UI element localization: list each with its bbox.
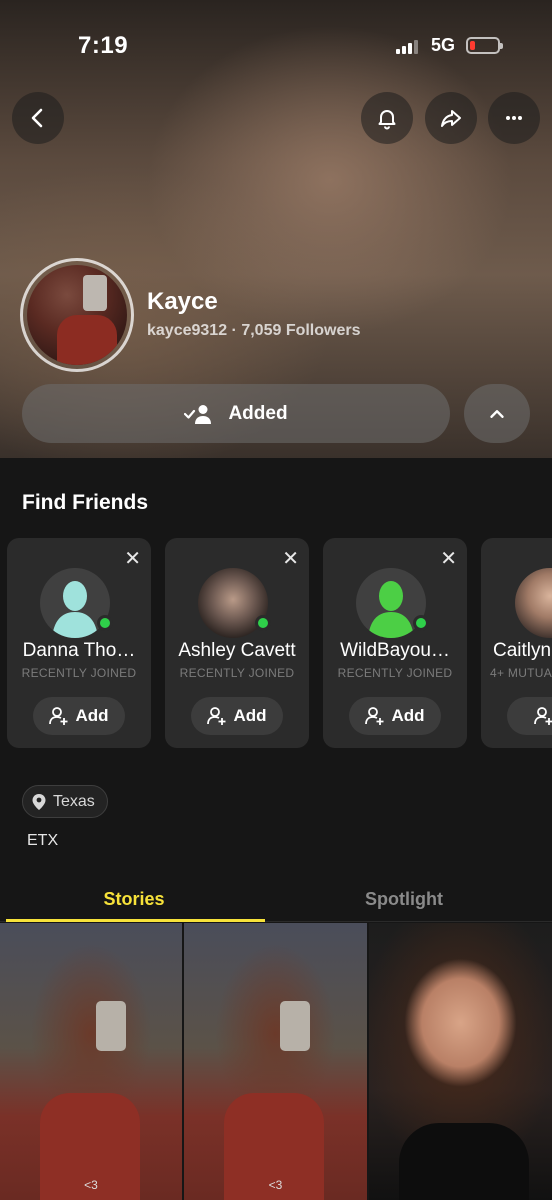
friend-name: Danna Tho…	[22, 640, 136, 661]
friend-name: Ashley Cavett	[178, 640, 296, 661]
tab-spotlight[interactable]: Spotlight	[274, 876, 534, 922]
bell-icon	[378, 110, 396, 130]
ellipsis-icon	[506, 116, 522, 120]
find-friends-title: Find Friends	[22, 491, 148, 514]
back-button[interactable]	[12, 92, 64, 144]
profile-avatar[interactable]	[20, 258, 134, 372]
online-indicator	[413, 615, 429, 631]
friend-suggestion-card[interactable]: Caitlyn 4+ MUTUA A	[481, 538, 552, 748]
add-friend-button[interactable]: Add	[191, 697, 283, 735]
avatar-photo	[27, 265, 127, 365]
story-thumbnail[interactable]: <3	[0, 923, 182, 1200]
friend-name: WildBayou…	[340, 640, 450, 661]
active-tab-indicator	[6, 919, 265, 922]
friend-subtitle: RECENTLY JOINED	[21, 666, 137, 680]
share-arrow-icon	[441, 110, 461, 127]
friend-name: Caitlyn	[493, 640, 552, 661]
friend-suggestion-card[interactable]: ✕ WildBayou… RECENTLY JOINED Add	[323, 538, 467, 748]
find-friends-carousel[interactable]: ✕ Danna Tho… RECENTLY JOINED Add ✕ Ashle…	[7, 538, 552, 748]
profile-followers: 7,059 Followers	[241, 322, 361, 339]
add-friend-button[interactable]: A	[507, 697, 552, 735]
added-label: Added	[228, 402, 288, 424]
location-chip[interactable]: Texas	[22, 785, 108, 818]
dismiss-icon[interactable]: ✕	[124, 546, 141, 571]
friend-avatar	[515, 568, 552, 638]
network-label: 5G	[431, 35, 456, 55]
tab-stories[interactable]: Stories	[4, 876, 264, 922]
status-bar: 7:19 5G	[0, 30, 552, 64]
add-user-icon	[365, 707, 384, 725]
chevron-left-icon	[31, 108, 43, 128]
add-friend-button[interactable]: Add	[349, 697, 441, 735]
story-thumbnail[interactable]: <3	[184, 923, 367, 1200]
profile-username: kayce9312	[147, 322, 228, 339]
location-label: Texas	[53, 792, 95, 810]
signal-icon	[396, 40, 422, 54]
online-indicator	[255, 615, 271, 631]
add-label: Add	[391, 706, 425, 725]
add-user-icon	[49, 707, 68, 725]
notification-button[interactable]	[361, 92, 413, 144]
subtitle-separator: ·	[231, 322, 237, 339]
added-friend-button[interactable]: Added	[22, 384, 450, 443]
profile-bio: ETX	[27, 832, 59, 849]
add-user-icon	[207, 707, 226, 725]
share-button[interactable]	[425, 92, 477, 144]
location-pin-icon	[32, 793, 46, 810]
add-friend-button[interactable]: Add	[33, 697, 125, 735]
chevron-up-icon	[490, 409, 504, 418]
collapse-button[interactable]	[464, 384, 530, 443]
more-options-button[interactable]	[488, 92, 540, 144]
add-label: Add	[233, 706, 267, 725]
story-caption: <3	[268, 1178, 283, 1192]
battery-icon	[466, 37, 503, 54]
online-indicator	[97, 615, 113, 631]
dismiss-icon[interactable]: ✕	[282, 546, 299, 571]
add-user-icon	[533, 707, 552, 725]
story-thumbnail[interactable]	[369, 923, 552, 1200]
stories-grid: <3 <3	[0, 923, 552, 1200]
content-tabs: Stories Spotlight	[0, 876, 552, 922]
profile-subtitle: kayce9312 · 7,059 Followers	[147, 322, 361, 340]
profile-name: Kayce	[147, 288, 218, 315]
friend-subtitle: RECENTLY JOINED	[337, 666, 453, 680]
add-label: Add	[75, 706, 109, 725]
friend-added-icon	[184, 404, 212, 424]
friend-subtitle: 4+ MUTUA	[490, 666, 552, 680]
story-caption: <3	[84, 1178, 98, 1192]
friend-subtitle: RECENTLY JOINED	[179, 666, 295, 680]
friend-suggestion-card[interactable]: ✕ Danna Tho… RECENTLY JOINED Add	[7, 538, 151, 748]
dismiss-icon[interactable]: ✕	[440, 546, 457, 571]
friend-suggestion-card[interactable]: ✕ Ashley Cavett RECENTLY JOINED Add	[165, 538, 309, 748]
status-time: 7:19	[78, 32, 129, 59]
